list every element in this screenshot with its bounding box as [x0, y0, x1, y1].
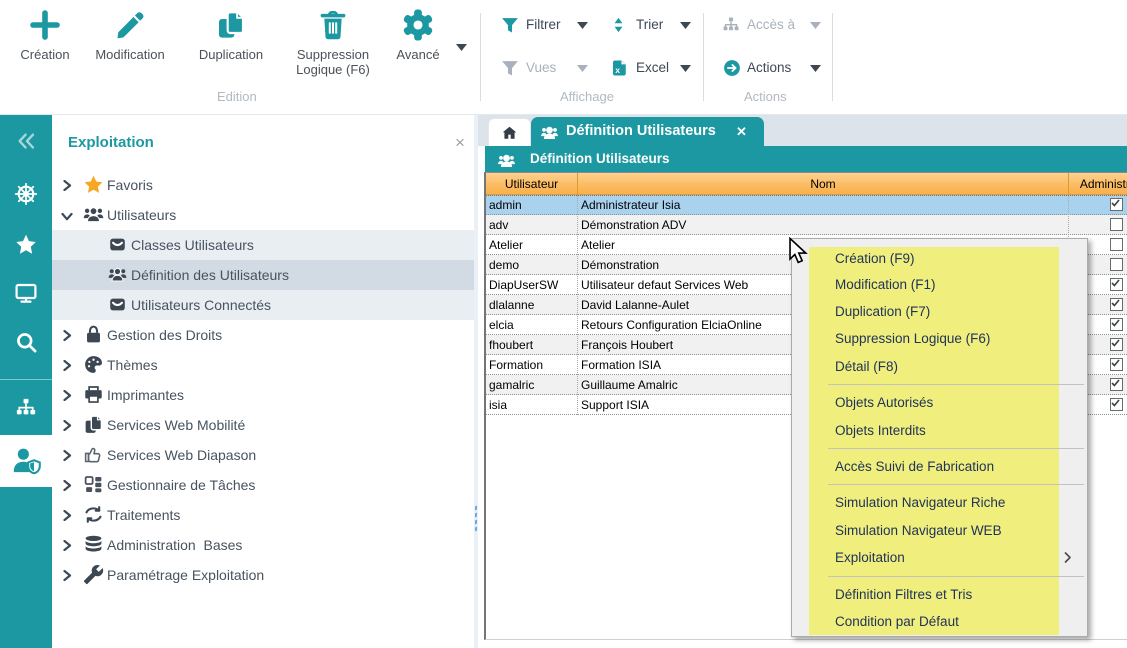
svg-text:x: x [615, 65, 620, 75]
